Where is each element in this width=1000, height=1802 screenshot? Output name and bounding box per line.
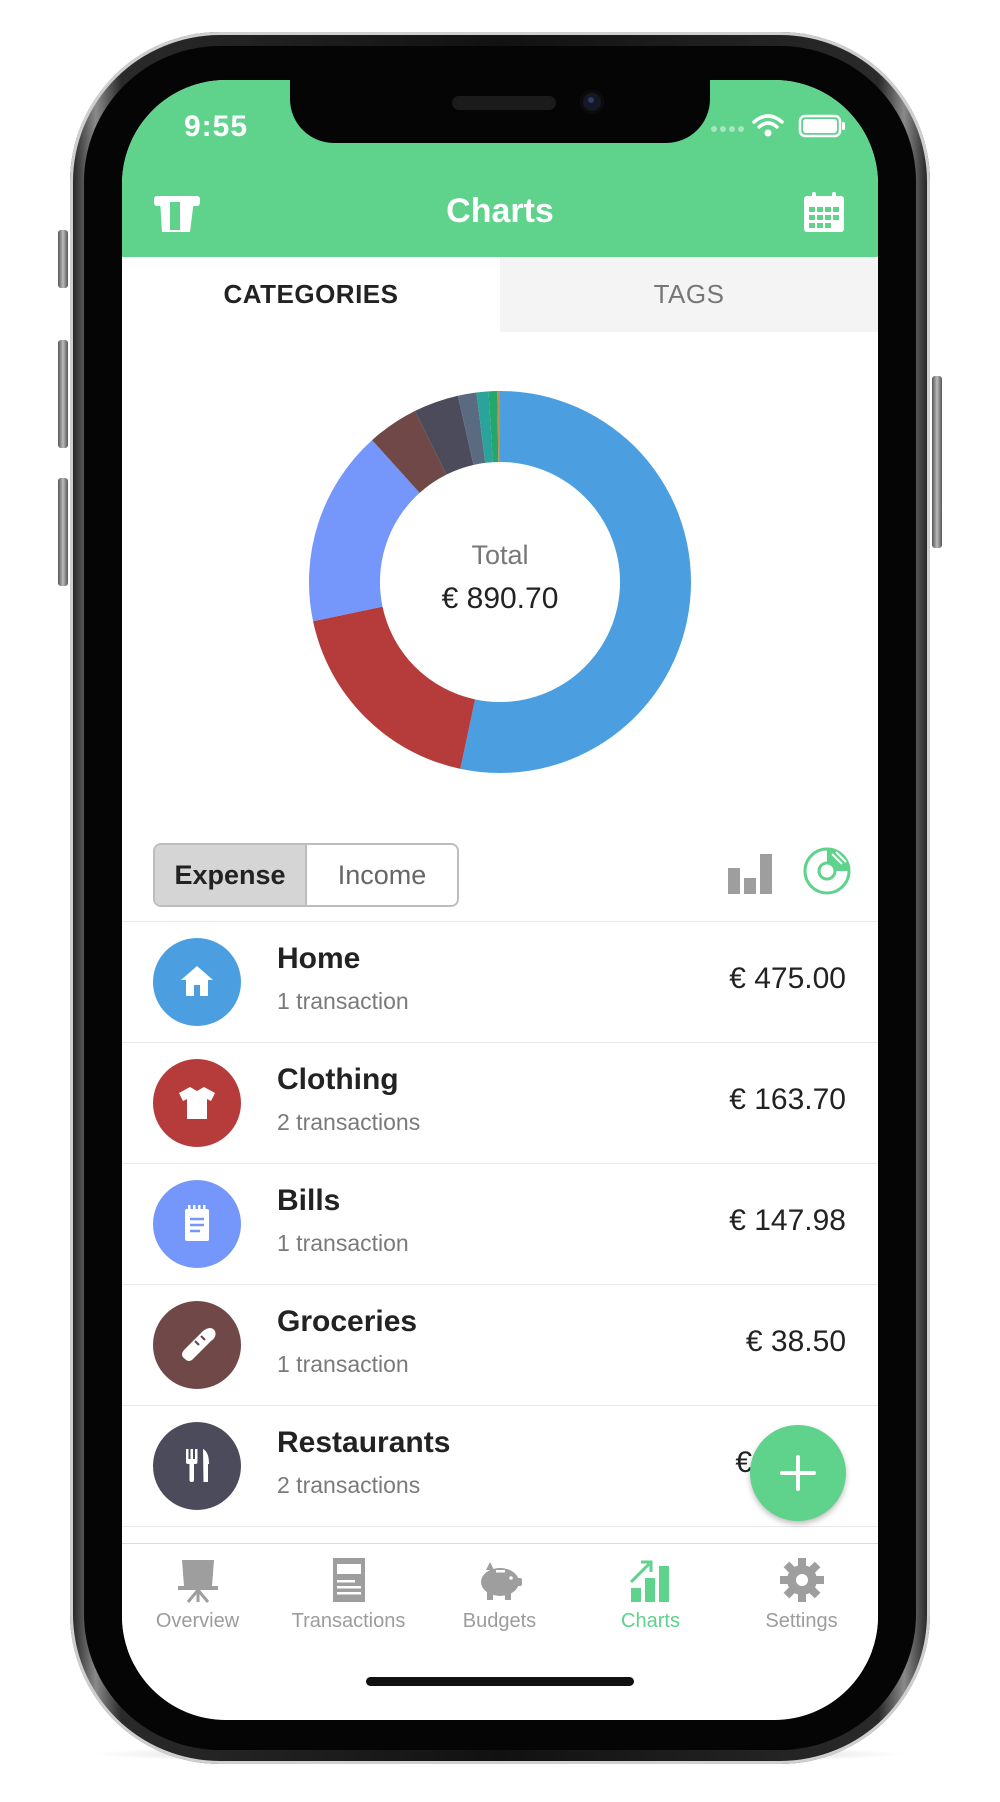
category-row-clothing[interactable]: Clothing 2 transactions € 163.70 [122, 1042, 878, 1163]
tab-settings[interactable]: Settings [726, 1544, 877, 1644]
transaction-count: 2 transactions [277, 1472, 421, 1498]
transaction-count: 1 transaction [277, 1351, 409, 1377]
tab-tags[interactable]: TAGS [500, 257, 878, 332]
category-badge [153, 1180, 241, 1268]
status-time: 9:55 [184, 110, 249, 143]
category-amount: € 163.70 [729, 1083, 846, 1116]
tab-budgets[interactable]: Budgets [424, 1544, 575, 1644]
volume-down-button [58, 478, 68, 586]
category-row-bills[interactable]: Bills 1 transaction € 147.98 [122, 1163, 878, 1284]
page-title: Charts [446, 192, 554, 230]
donut-total-value: € 890.70 [441, 582, 559, 615]
type-segmented-control: Expense Income [153, 843, 459, 907]
chart-growth-icon [629, 1560, 669, 1602]
bill-icon [185, 1205, 209, 1241]
segment-income[interactable]: Income [307, 845, 457, 905]
tab-label: Transactions [291, 1610, 406, 1632]
bottom-tab-bar: Overview Transactions Budgets Charts Set… [122, 1543, 878, 1664]
tab-label: Charts [621, 1610, 680, 1632]
bread-icon [182, 1328, 216, 1361]
category-row-groceries[interactable]: Groceries 1 transaction € 38.50 [122, 1284, 878, 1405]
donut-total-label: Total [471, 540, 529, 570]
document-icon [333, 1558, 365, 1602]
transaction-count: 1 transaction [277, 988, 409, 1014]
home-indicator [366, 1677, 634, 1686]
app-screen: 9:55 Charts CATEGORIES TAGS Total € 890.… [122, 80, 878, 1720]
tab-transactions[interactable]: Transactions [273, 1544, 424, 1644]
tab-label: Budgets [462, 1610, 537, 1632]
segment-expense[interactable]: Expense [155, 845, 307, 905]
category-amount: € 475.00 [729, 962, 846, 995]
category-name: Groceries [277, 1305, 418, 1338]
battery-icon [798, 114, 845, 138]
tab-label: Overview [155, 1610, 240, 1632]
tab-categories[interactable]: CATEGORIES [122, 257, 500, 332]
category-badge [153, 1301, 241, 1389]
add-transaction-button[interactable] [750, 1425, 846, 1521]
tshirt-icon [179, 1087, 215, 1119]
calendar-icon[interactable] [802, 190, 846, 234]
phone-notch [290, 80, 710, 143]
power-button [932, 376, 942, 548]
category-badge [153, 1422, 241, 1510]
category-row-home[interactable]: Home 1 transaction € 475.00 [122, 921, 878, 1042]
bar-chart-icon[interactable] [726, 848, 774, 896]
pie-chart-icon[interactable] [802, 846, 852, 896]
category-name: Restaurants [277, 1426, 451, 1459]
tab-overview[interactable]: Overview [122, 1544, 273, 1644]
category-name: Bills [277, 1184, 341, 1217]
cutlery-icon [186, 1449, 209, 1482]
category-amount: € 147.98 [729, 1204, 846, 1237]
signal-icon [711, 126, 744, 132]
gear-icon [780, 1558, 824, 1602]
status-icons [711, 114, 845, 138]
category-name: Clothing [277, 1063, 399, 1096]
tab-label: Settings [765, 1610, 838, 1632]
house-icon [181, 966, 213, 996]
category-name: Home [277, 942, 361, 975]
tab-charts[interactable]: Charts [575, 1544, 726, 1644]
category-badge [153, 1059, 241, 1147]
volume-up-button [58, 340, 68, 448]
presentation-icon [178, 1560, 218, 1603]
speaker [452, 96, 556, 110]
front-camera [580, 90, 604, 114]
category-badge [153, 938, 241, 1026]
tab-bar-top: CATEGORIES TAGS [122, 257, 878, 332]
piggy-bank-icon [481, 1562, 522, 1600]
transaction-count: 2 transactions [277, 1109, 421, 1135]
mute-switch [58, 230, 68, 288]
category-amount: € 38.50 [745, 1325, 846, 1358]
transaction-count: 1 transaction [277, 1230, 409, 1256]
wifi-icon [752, 114, 784, 129]
